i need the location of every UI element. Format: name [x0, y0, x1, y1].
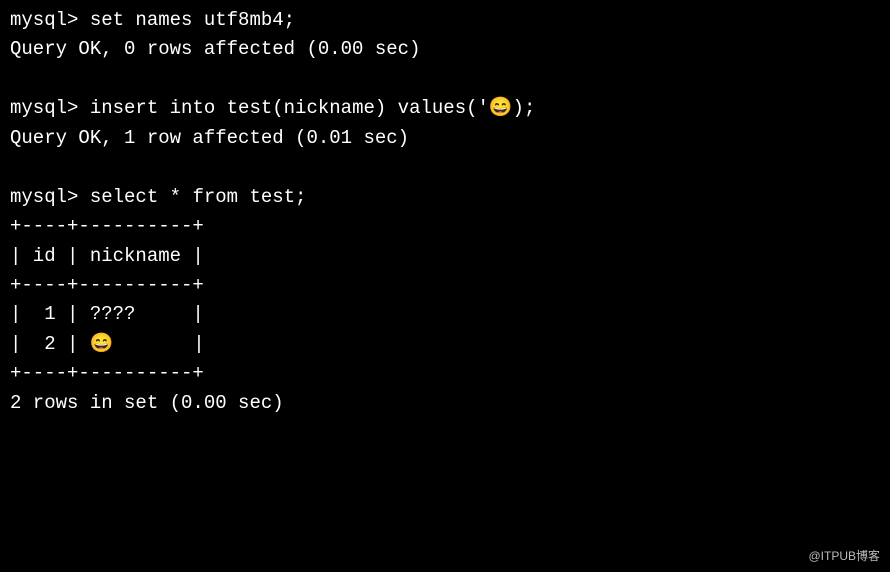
- table-border-top: +----+----------+: [10, 212, 880, 241]
- blank-line-1: [10, 65, 880, 94]
- mysql-prompt: mysql>: [10, 97, 90, 119]
- output-1: Query OK, 0 rows affected (0.00 sec): [10, 35, 880, 64]
- command-line-3: mysql> select * from test;: [10, 183, 880, 212]
- set-names-command: set names utf8mb4;: [90, 9, 295, 31]
- set-names-result: Query OK, 0 rows affected (0.00 sec): [10, 38, 420, 60]
- table-border-bot: +----+----------+: [10, 359, 880, 388]
- select-command: select * from test;: [90, 186, 307, 208]
- table-footer: 2 rows in set (0.00 sec): [10, 389, 880, 418]
- mysql-prompt: mysql>: [10, 9, 90, 31]
- insert-command: insert into test(nickname) values('😄);: [90, 97, 536, 119]
- watermark-text: @ITPUB博客: [808, 547, 880, 566]
- table-row-2: | 2 | 😄 |: [10, 330, 880, 359]
- table-header: | id | nickname |: [10, 242, 880, 271]
- command-line-1: mysql> set names utf8mb4;: [10, 6, 880, 35]
- blank-line-2: [10, 153, 880, 182]
- insert-result: Query OK, 1 row affected (0.01 sec): [10, 127, 409, 149]
- command-line-2: mysql> insert into test(nickname) values…: [10, 94, 880, 123]
- output-2: Query OK, 1 row affected (0.01 sec): [10, 124, 880, 153]
- table-border-mid: +----+----------+: [10, 271, 880, 300]
- table-row-1: | 1 | ???? |: [10, 300, 880, 329]
- mysql-prompt: mysql>: [10, 186, 90, 208]
